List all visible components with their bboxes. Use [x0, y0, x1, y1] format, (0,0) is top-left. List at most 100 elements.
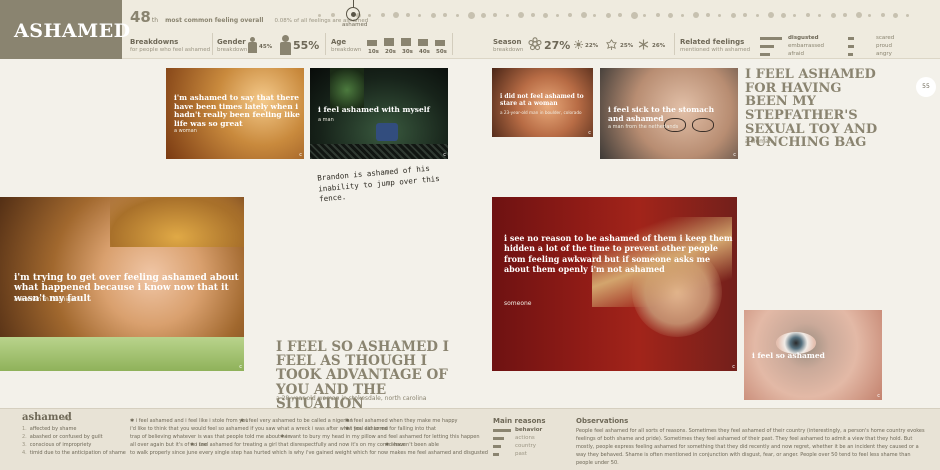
- age-bar: [418, 39, 428, 46]
- age-title: Age: [331, 38, 347, 46]
- male-icon-body: [280, 42, 291, 55]
- rank-dot: [868, 13, 871, 17]
- rank-marker-dot: [351, 12, 356, 17]
- rank-dot: [505, 13, 509, 17]
- rank-dot: [655, 13, 660, 17]
- rank-dot: [430, 12, 436, 18]
- photo-caption: i see no reason to be ashamed of them i …: [504, 233, 733, 275]
- related-feelings-title: Related feelings: [680, 38, 745, 46]
- related-bar: [760, 37, 782, 40]
- related-feeling: proud: [876, 43, 892, 49]
- main-reason-bar: [493, 445, 501, 448]
- related-feelings-subtitle: mentioned with ashamed: [680, 47, 751, 53]
- related-bar: [760, 53, 770, 56]
- page-title: ASHAMED: [14, 20, 131, 42]
- age-bar: [435, 40, 445, 46]
- male-icon: [282, 35, 289, 42]
- rank-dot: [905, 13, 909, 17]
- rank-dot: [718, 13, 721, 17]
- rank-dot: [318, 13, 321, 17]
- related-bar: [848, 53, 853, 56]
- rank-dot: [855, 12, 862, 18]
- age-bar: [384, 38, 394, 46]
- photo-caption: i feel so ashamed: [752, 351, 825, 360]
- photo-caption: i feel sick to the stomach and ashamed: [608, 105, 715, 123]
- observations-title: Observations: [576, 417, 629, 425]
- rank-number: 48: [130, 8, 151, 26]
- rank-dot: [418, 13, 421, 17]
- rank-dot: [455, 13, 459, 17]
- spring-flower-icon: [528, 37, 542, 51]
- rank-dot: [468, 11, 475, 19]
- photo-corner-mark: c: [732, 364, 735, 370]
- page-number: 55: [916, 77, 936, 97]
- photo-card: i did not feel ashamed to stare at a wom…: [492, 68, 593, 137]
- related-feeling: angry: [876, 51, 892, 57]
- main-reason-label: actions: [515, 435, 535, 441]
- female-percent: 45%: [259, 44, 273, 50]
- rank-dot-scale: [318, 8, 918, 22]
- rank-dot: [730, 12, 736, 18]
- footer-quote: ✱ i haven't been able: [385, 442, 439, 448]
- fall-percent: 25%: [620, 43, 634, 49]
- rank-dot: [643, 13, 646, 17]
- footer-quote: ✱ i want to bury my head in my pillow an…: [280, 434, 480, 440]
- footer-quote: ✱ i feel very ashamed to be called a nig…: [240, 418, 353, 424]
- spring-percent: 27%: [544, 39, 571, 52]
- main-reason-label: country: [515, 443, 537, 449]
- divider: [212, 33, 213, 55]
- winter-percent: 26%: [652, 43, 666, 49]
- age-label: 20s: [385, 49, 396, 55]
- photo-caption: i feel ashamed with myself: [318, 105, 430, 114]
- rank-dot: [330, 13, 335, 17]
- footer-quote: ✱ i feel ashamed for falling into that: [345, 426, 436, 432]
- summer-percent: 22%: [585, 43, 599, 49]
- featured-quote-attribution: a woman: [745, 138, 773, 145]
- main-reason-label: past: [515, 451, 527, 457]
- rank-dot: [493, 13, 497, 17]
- related-feeling: disgusted: [788, 35, 819, 41]
- observations-text: People feel ashamed for all sorts of rea…: [576, 428, 925, 466]
- rank-dot: [843, 13, 847, 17]
- definition-item: 4. timid due to the anticipation of shame: [22, 450, 126, 456]
- stats-header: ASHAMED 48th most common feeling overall…: [0, 0, 940, 59]
- main-reasons-title: Main reasons: [493, 417, 546, 425]
- rank-dot: [780, 12, 786, 18]
- rank-dot: [405, 13, 410, 17]
- age-bar: [401, 38, 411, 46]
- rank-dot: [380, 13, 385, 17]
- age-bar: [367, 40, 377, 46]
- title-block: ASHAMED: [0, 0, 130, 59]
- divider: [452, 33, 453, 55]
- photo-attribution: a woman: [174, 128, 197, 134]
- photo-card: i'm trying to get over feeling ashamed a…: [0, 197, 244, 371]
- footer-quote: ✱ i feel ashamed and i feel like i stole…: [130, 418, 249, 424]
- footer-quote: to walk properly since june every single…: [130, 450, 488, 456]
- fall-leaf-icon: [606, 39, 617, 50]
- photo-card: i feel ashamed with myself a man c: [310, 68, 448, 159]
- rank-dot: [443, 13, 447, 17]
- handwritten-note: Brandon is ashamed of his inability to j…: [316, 163, 441, 204]
- main-reason-bar: [493, 429, 511, 432]
- rank-suffix: th: [151, 17, 159, 24]
- definition-item: 3. conscious of impropriety: [22, 442, 92, 448]
- photo-corner-mark: c: [877, 393, 880, 399]
- age-label: 30s: [402, 49, 413, 55]
- photo-shirt: [0, 337, 244, 371]
- rank-dot: [580, 12, 587, 18]
- divider: [325, 33, 326, 55]
- photo-corner-mark: c: [733, 152, 736, 158]
- summer-sun-icon: [574, 40, 583, 49]
- rank-dot: [743, 13, 747, 17]
- definition-item: 2. abashed or confused by guilt: [22, 434, 103, 440]
- related-bar: [760, 45, 774, 48]
- footer-quote: trap of believing whatever is was that p…: [130, 434, 290, 440]
- female-icon-body: [248, 42, 257, 53]
- main-reason-bar: [493, 437, 504, 440]
- rank-dot: [518, 12, 524, 18]
- photo-card: i feel sick to the stomach and ashamed a…: [600, 68, 738, 159]
- rank-dot: [880, 13, 885, 17]
- rank-dot: [593, 13, 596, 17]
- divider: [674, 33, 675, 55]
- related-feeling: scared: [876, 35, 895, 41]
